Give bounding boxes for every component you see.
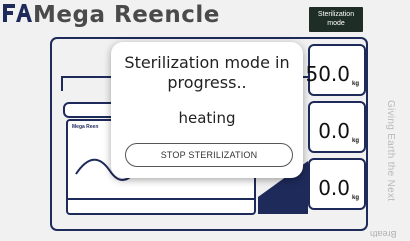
weight-unit: kg <box>351 138 359 144</box>
weight-box-top: 50.0 kg <box>305 44 366 96</box>
dialog-status: heating <box>178 109 236 127</box>
mode-badge[interactable]: Sterilization mode <box>309 7 363 32</box>
weight-unit: kg <box>351 81 359 87</box>
stop-sterilization-button[interactable]: STOP STERILIZATION <box>125 143 293 167</box>
slogan-vertical: Giving Earth the Next <box>385 100 396 202</box>
weight-value: 50.0 <box>305 62 350 86</box>
dialog-title: Sterilization mode in progress.. <box>124 53 290 92</box>
sterilization-dialog: Sterilization mode in progress.. heating… <box>111 42 303 178</box>
weight-box-bottom: 0.0 kg <box>308 158 366 210</box>
brand-logo-icon <box>3 4 32 22</box>
weight-unit: kg <box>351 195 359 201</box>
machine-label: Mega Reen <box>72 124 99 130</box>
brand-name: Mega Reencle <box>33 2 220 28</box>
slogan-bottom: Breath <box>370 229 397 239</box>
weight-value: 0.0 <box>318 176 350 200</box>
weight-box-middle: 0.0 kg <box>308 101 366 153</box>
weight-value: 0.0 <box>318 119 350 143</box>
